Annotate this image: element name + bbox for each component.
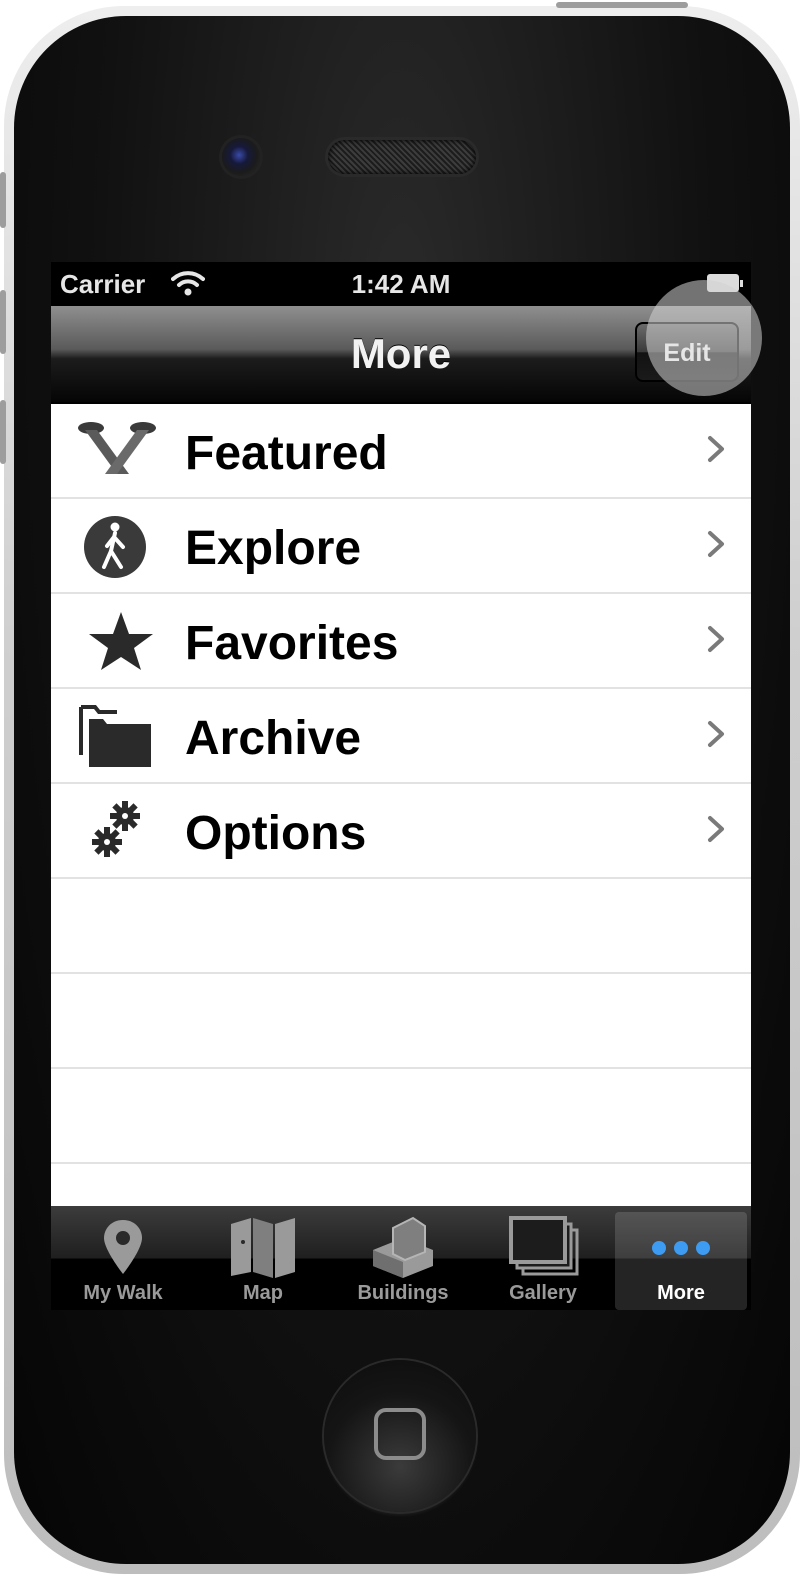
chevron-right-icon (708, 721, 724, 747)
menu-item-favorites[interactable]: Favorites (51, 594, 751, 689)
tab-buildings[interactable]: Buildings (337, 1212, 469, 1310)
earpiece-speaker (328, 140, 476, 174)
tab-bar: My Walk Map Buildings Gallery More (51, 1206, 751, 1310)
photo-stack-icon (509, 1216, 579, 1276)
home-button[interactable] (324, 1360, 476, 1512)
status-time: 1:42 AM (351, 269, 451, 299)
menu-item-label: Archive (185, 712, 362, 765)
screen: Carrier 1:42 AM More Edit Featured (51, 262, 751, 1310)
menu-item-options[interactable]: Options (51, 784, 751, 879)
star-icon (89, 612, 153, 670)
tab-my-walk[interactable]: My Walk (57, 1212, 189, 1310)
gears-icon (92, 801, 140, 857)
pedestrian-icon (84, 516, 146, 578)
menu-item-label: Options (185, 807, 367, 860)
tab-more[interactable]: More (615, 1212, 747, 1310)
tab-gallery[interactable]: Gallery (477, 1212, 609, 1310)
menu-item-label: Featured (185, 427, 388, 480)
tab-label: Buildings (357, 1282, 449, 1304)
menu-item-archive[interactable]: Archive (51, 689, 751, 784)
spotlight-icon (78, 422, 156, 474)
home-square-icon (374, 1408, 426, 1460)
folded-map-icon (231, 1218, 295, 1278)
chevron-right-icon (708, 531, 724, 557)
status-bar: Carrier 1:42 AM (51, 262, 751, 306)
chevron-right-icon (708, 626, 724, 652)
silent-switch (0, 172, 6, 228)
empty-row (51, 974, 751, 1069)
folder-icon (79, 705, 151, 767)
front-camera (222, 138, 260, 176)
volume-up-button (0, 290, 6, 354)
tab-label: Gallery (509, 1282, 577, 1304)
menu-item-explore[interactable]: Explore (51, 499, 751, 594)
menu-item-featured[interactable]: Featured (51, 404, 751, 499)
tab-label: Map (243, 1282, 283, 1304)
empty-row (51, 1069, 751, 1164)
touch-indicator (646, 280, 762, 396)
navigation-bar: More Edit (51, 306, 751, 404)
menu-item-label: Explore (185, 522, 362, 575)
buildings-icon (373, 1216, 433, 1278)
empty-row (51, 879, 751, 974)
menu-item-label: Favorites (185, 617, 399, 670)
map-pin-icon (104, 1220, 142, 1274)
tab-label: More (657, 1282, 705, 1304)
more-dots-icon (652, 1241, 710, 1255)
chevron-right-icon (708, 436, 724, 462)
tab-label: My Walk (83, 1282, 163, 1304)
volume-down-button (0, 400, 6, 464)
chevron-right-icon (708, 816, 724, 842)
tab-map[interactable]: Map (197, 1212, 329, 1310)
power-button (556, 2, 688, 8)
more-menu-list: Featured Explore Favorites Archive Optio… (51, 404, 751, 1164)
